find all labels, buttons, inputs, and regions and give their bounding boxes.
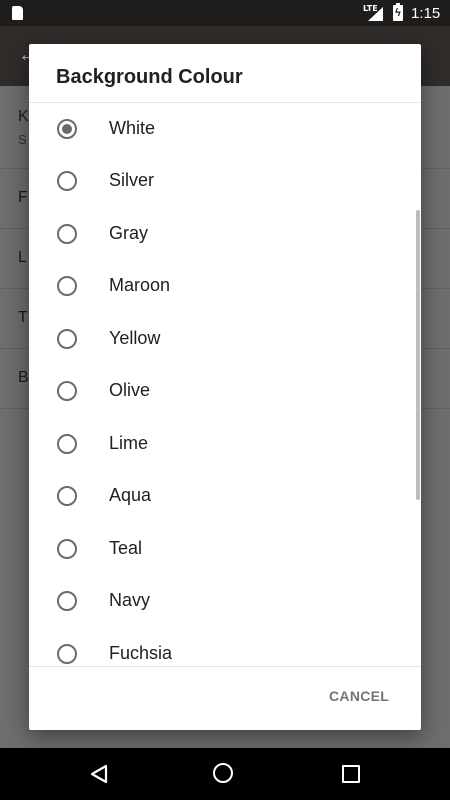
radio-unchecked-icon[interactable] xyxy=(57,486,77,506)
radio-unchecked-icon[interactable] xyxy=(57,539,77,559)
sd-card-icon xyxy=(12,6,23,20)
radio-unchecked-icon[interactable] xyxy=(57,276,77,296)
colour-options-list[interactable]: White Silver Gray Maroon Yellow Olive Li… xyxy=(29,103,421,666)
option-label: White xyxy=(109,118,156,138)
option-label: Teal xyxy=(109,538,143,558)
option-label: Navy xyxy=(109,590,151,610)
option-label: Maroon xyxy=(109,275,171,295)
option-navy[interactable]: Navy xyxy=(29,575,421,627)
scrollbar[interactable] xyxy=(416,210,420,500)
option-yellow[interactable]: Yellow xyxy=(29,313,421,365)
option-label: Silver xyxy=(109,170,155,190)
settings-row-label: B xyxy=(18,369,29,386)
radio-unchecked-icon[interactable] xyxy=(57,224,77,244)
radio-unchecked-icon[interactable] xyxy=(57,644,77,664)
radio-unchecked-icon[interactable] xyxy=(57,591,77,611)
option-silver[interactable]: Silver xyxy=(29,155,421,207)
option-label: Olive xyxy=(109,380,151,400)
option-label: Fuchsia xyxy=(109,643,173,663)
signal-icon xyxy=(368,7,383,21)
radio-unchecked-icon[interactable] xyxy=(57,171,77,191)
radio-unchecked-icon[interactable] xyxy=(57,329,77,349)
option-olive[interactable]: Olive xyxy=(29,365,421,417)
battery-charging-icon: ϟ xyxy=(393,3,403,21)
settings-row-label: L xyxy=(18,249,27,266)
option-lime[interactable]: Lime xyxy=(29,418,421,470)
option-fuchsia[interactable]: Fuchsia xyxy=(29,628,421,666)
home-icon[interactable] xyxy=(213,763,233,783)
option-white[interactable]: White xyxy=(29,103,421,155)
background-colour-dialog: Background Colour White Silver Gray Maro… xyxy=(29,44,421,730)
option-teal[interactable]: Teal xyxy=(29,523,421,575)
settings-row-label: F xyxy=(18,189,28,206)
radio-unchecked-icon[interactable] xyxy=(57,381,77,401)
cancel-button[interactable]: CANCEL xyxy=(329,688,389,704)
option-aqua[interactable]: Aqua xyxy=(29,470,421,522)
option-label: Lime xyxy=(109,433,149,453)
back-icon[interactable] xyxy=(89,764,109,784)
option-maroon[interactable]: Maroon xyxy=(29,260,421,312)
navigation-bar xyxy=(0,748,450,800)
option-label: Yellow xyxy=(109,328,161,348)
settings-row-sub: S xyxy=(18,132,27,147)
radio-checked-icon[interactable] xyxy=(57,119,77,139)
radio-unchecked-icon[interactable] xyxy=(57,434,77,454)
settings-row-label: T xyxy=(18,309,28,326)
recents-icon[interactable] xyxy=(342,765,360,783)
option-label: Aqua xyxy=(109,485,152,505)
dialog-title: Background Colour xyxy=(56,66,243,88)
status-time: 1:15 xyxy=(411,5,441,22)
settings-row-label: K xyxy=(18,108,29,125)
option-label: Gray xyxy=(109,223,149,243)
status-bar: LTE ϟ 1:15 xyxy=(0,0,450,26)
option-gray[interactable]: Gray xyxy=(29,208,421,260)
divider xyxy=(29,666,421,667)
